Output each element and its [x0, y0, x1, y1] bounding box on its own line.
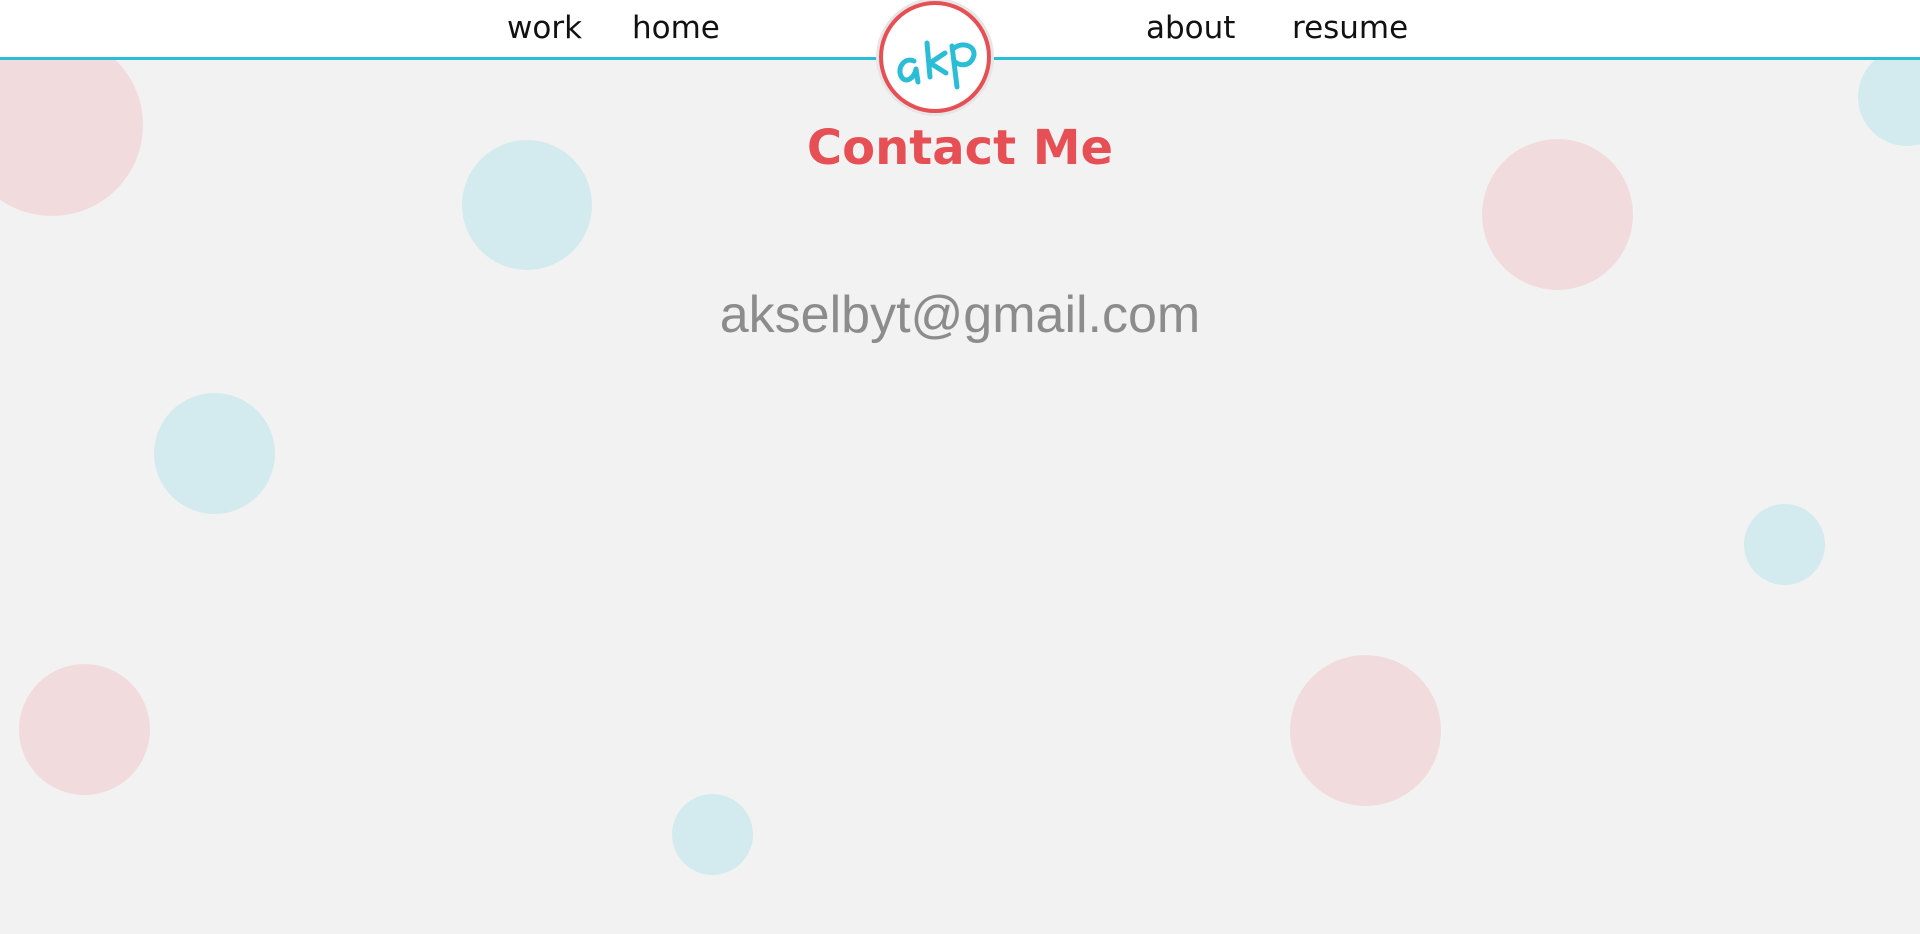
decorative-bubble [672, 794, 753, 875]
decorative-bubble [154, 393, 275, 514]
email-link[interactable]: akselbyt@gmail.com [0, 282, 1920, 348]
nav-link-home[interactable]: home [632, 8, 720, 48]
page: work home about resume Contact Me akselb… [0, 0, 1920, 934]
nav-link-resume[interactable]: resume [1292, 8, 1408, 48]
page-title: Contact Me [806, 120, 1114, 176]
contact-section [0, 60, 1920, 934]
nav-link-about[interactable]: about [1146, 8, 1235, 48]
akp-logo-glyph [897, 40, 977, 90]
akp-logo-icon[interactable] [879, 1, 991, 113]
decorative-bubble [1290, 655, 1441, 806]
nav-link-work[interactable]: work [507, 8, 582, 48]
decorative-bubble [1744, 504, 1825, 585]
decorative-bubble [19, 664, 150, 795]
